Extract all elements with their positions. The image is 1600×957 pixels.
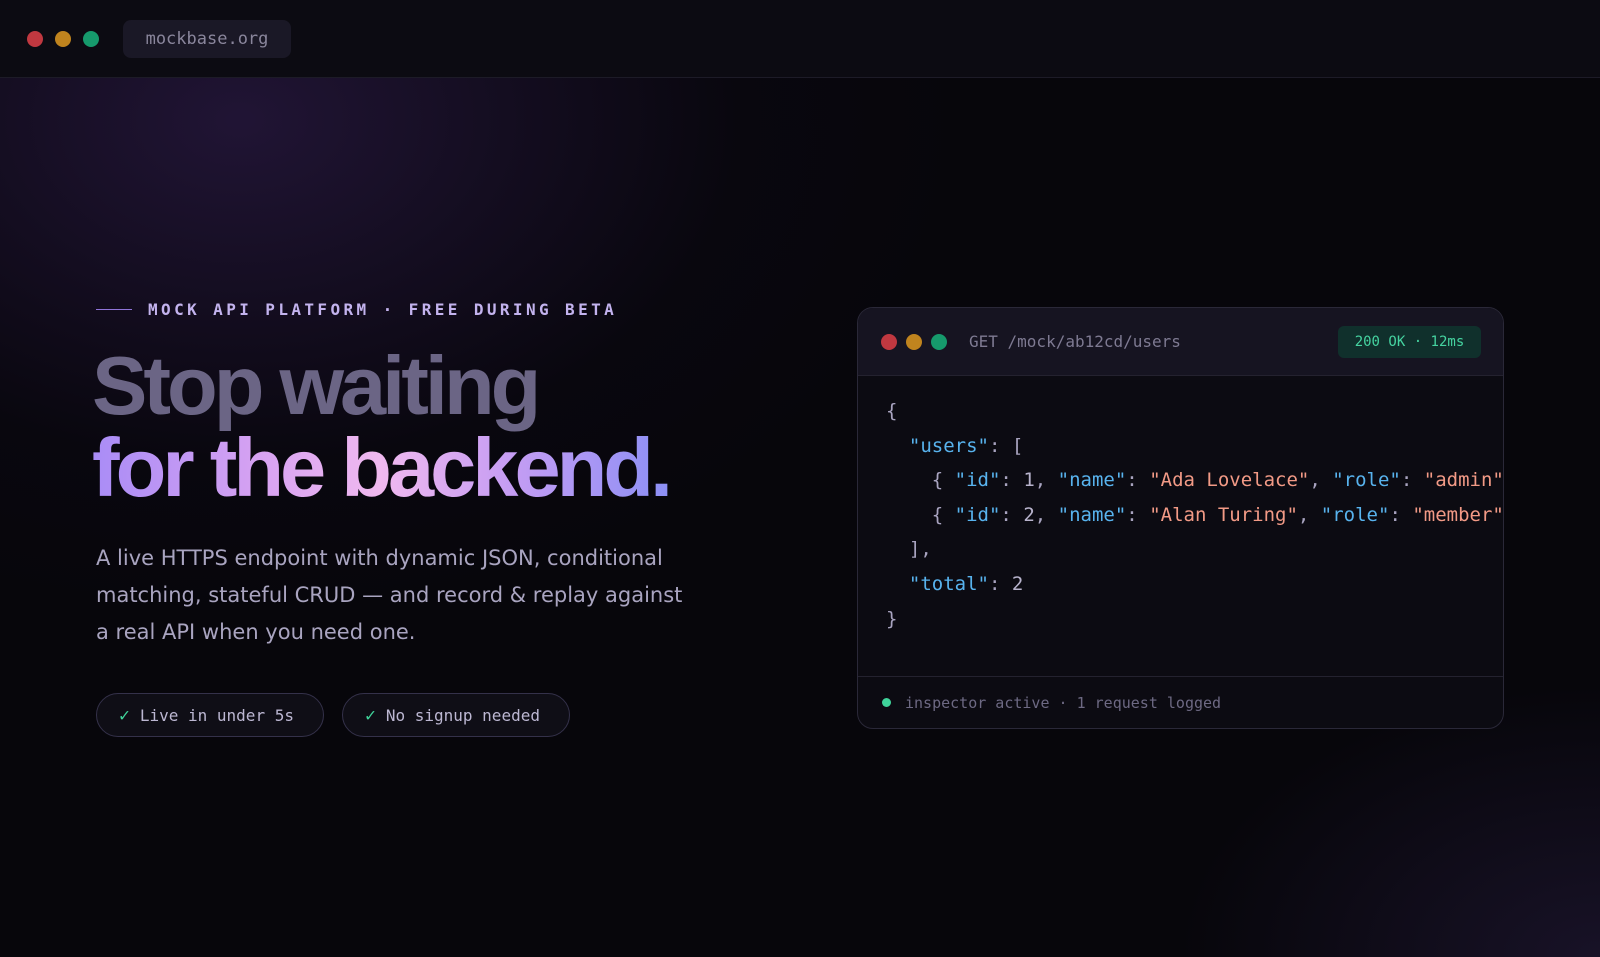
json-key-id: "id": [954, 503, 1001, 526]
check-icon: ✓: [365, 704, 376, 726]
feature-chip-label: Live in under 5s: [139, 705, 294, 725]
json-brace-open: {: [886, 400, 898, 422]
request-line: GET /mock/ab12cd/users: [969, 332, 1181, 351]
json-key-role: "role": [1332, 469, 1401, 492]
hero-title-line2: for the backend.: [92, 421, 673, 514]
json-key-role: "role": [1320, 503, 1390, 526]
json-value-total: 2: [1011, 572, 1024, 595]
browser-topbar: mockbase.org: [0, 0, 1600, 78]
json-value-name: "Ada Lovelace": [1149, 469, 1310, 492]
eyebrow: MOCK API PLATFORM · FREE DURING BETA: [96, 300, 617, 319]
url-bar[interactable]: mockbase.org: [123, 20, 291, 58]
yellow-dot-icon: [906, 334, 922, 350]
red-dot-icon: [881, 334, 897, 350]
json-value-id: 2: [1023, 503, 1035, 526]
json-array-close: ],: [908, 538, 932, 561]
feature-chip-label: No signup needed: [385, 705, 540, 725]
hero-description: A live HTTPS endpoint with dynamic JSON,…: [96, 546, 683, 644]
json-value-name: "Alan Turing": [1149, 503, 1298, 526]
panel-header: GET /mock/ab12cd/users 200 OK · 12ms: [858, 308, 1503, 376]
hero-title-line1: Stop waiting: [92, 339, 541, 432]
json-value-role: "admin": [1423, 469, 1504, 492]
json-brace-close: }: [886, 607, 898, 630]
json-array-open: [: [1011, 434, 1024, 457]
json-key-name: "name": [1057, 503, 1127, 526]
status-badge: 200 OK · 12ms: [1338, 326, 1481, 358]
maximize-window-icon[interactable]: [83, 31, 99, 47]
api-response-panel: GET /mock/ab12cd/users 200 OK · 12ms { "…: [857, 307, 1504, 729]
feature-chip-signup: ✓ No signup needed: [342, 693, 570, 737]
feature-chip-live: ✓ Live in under 5s: [96, 693, 324, 737]
minimize-window-icon[interactable]: [55, 31, 71, 47]
json-response: { "users": [ { "id": 1, "name": "Ada Lov…: [886, 400, 1504, 630]
panel-footer: inspector active · 1 request logged: [858, 676, 1503, 728]
json-value-role: "member": [1412, 503, 1504, 526]
status-dot-icon: [882, 698, 891, 707]
json-key-name: "name": [1057, 469, 1127, 492]
eyebrow-text: MOCK API PLATFORM · FREE DURING BETA: [148, 300, 618, 319]
check-icon: ✓: [119, 704, 130, 726]
json-key-id: "id": [954, 469, 1001, 492]
json-value-id: 1: [1023, 469, 1035, 492]
inspector-status: inspector active · 1 request logged: [905, 693, 1222, 712]
eyebrow-rule: [96, 309, 132, 310]
green-dot-icon: [931, 334, 947, 350]
json-key-total: "total": [908, 572, 989, 595]
close-window-icon[interactable]: [27, 31, 43, 47]
json-key-users: "users": [908, 434, 989, 457]
